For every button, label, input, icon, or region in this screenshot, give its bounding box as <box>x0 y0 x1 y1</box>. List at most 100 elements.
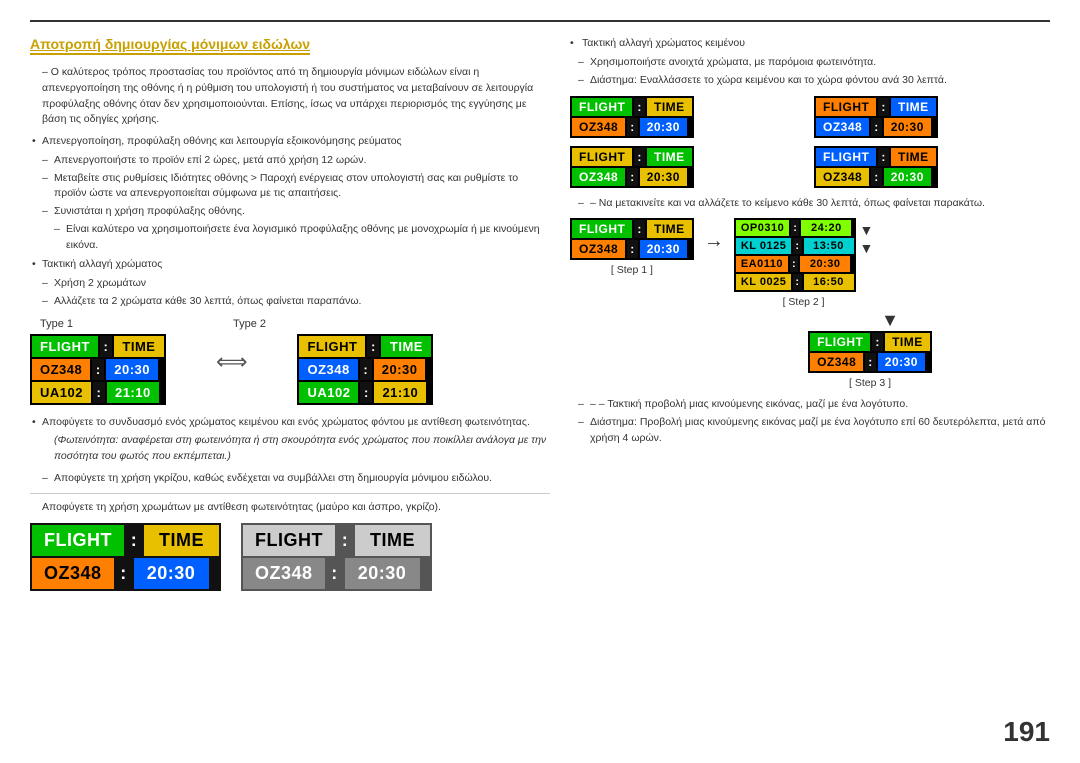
type1-row1: OZ348 : 20:30 <box>32 359 164 380</box>
step2-2030-s2: 20:30 <box>800 256 850 272</box>
grid1-row: OZ348 : 20:30 <box>572 118 692 136</box>
intro-text: – Ο καλύτερος τρόπος προστασίας του προϊ… <box>42 65 550 128</box>
type2-colon2: : <box>360 359 372 380</box>
divider <box>30 493 550 494</box>
grid-board-1: FLIGHT : TIME OZ348 : 20:30 <box>570 96 806 138</box>
step2-kl0025: KL 0025 <box>736 274 792 290</box>
step2-colon2: : <box>793 238 801 254</box>
bottom-left-colon1: : <box>126 525 142 556</box>
step3-2030: 20:30 <box>878 353 925 371</box>
dash-5: Αποφύγετε τη χρήση γκρίζου, καθώς ενδέχε… <box>54 471 550 487</box>
bottom-right-row: OZ348 : 20:30 <box>243 558 430 589</box>
grid2-row: OZ348 : 20:30 <box>816 118 936 136</box>
grid4-header: FLIGHT : TIME <box>816 148 936 166</box>
step2-label: [ Step 2 ] <box>734 296 874 308</box>
right-dash1: Χρησιμοποιήστε ανοιχτά χρώματα, με παρόμ… <box>570 55 1050 71</box>
bottom-right-oz348: OZ348 <box>243 558 325 589</box>
bottom-left-row: OZ348 : 20:30 <box>32 558 219 589</box>
step1-header: FLIGHT : TIME <box>572 220 692 238</box>
section-title: Αποτροπή δημιουργίας μόνιμων ειδώλων <box>30 36 310 55</box>
bullet-1: Απενεργοποίηση, προφύλαξη οθόνης και λει… <box>42 134 550 150</box>
step2-op0310: OP0310 <box>736 220 789 236</box>
left-column: Αποτροπή δημιουργίας μόνιμων ειδώλων – Ο… <box>30 36 550 591</box>
grid1-header: FLIGHT : TIME <box>572 98 692 116</box>
step3-colon1: : <box>872 333 883 351</box>
right-column: Τακτική αλλαγή χρώματος κειμένου Χρησιμο… <box>570 36 1050 591</box>
type1-ua102: UA102 <box>32 382 91 403</box>
grid2-colon1: : <box>878 98 889 116</box>
bottom-boards: FLIGHT : TIME OZ348 : 20:30 FLIGHT : <box>30 523 550 591</box>
bottom-right-header: FLIGHT : TIME <box>243 525 430 556</box>
grid1-time: TIME <box>647 98 692 116</box>
grid-board-4: FLIGHT : TIME OZ348 : 20:30 <box>814 146 1050 188</box>
type1-2110: 21:10 <box>107 382 159 403</box>
bottom-right-time: TIME <box>355 525 430 556</box>
right-bullet1: Τακτική αλλαγή χρώματος κειμένου <box>570 36 1050 52</box>
bottom-left-flight: FLIGHT <box>32 525 124 556</box>
grid4-flight: FLIGHT <box>816 148 876 166</box>
step2-row4: KL 0025 : 16:50 <box>736 274 854 290</box>
step2-kl0125: KL 0125 <box>736 238 792 254</box>
grid3-colon1: : <box>634 148 645 166</box>
grid3-row: OZ348 : 20:30 <box>572 168 692 186</box>
step2-colon4: : <box>793 274 801 290</box>
step1-container: FLIGHT : TIME OZ348 : 20:30 [ Step 1 ] <box>570 218 694 276</box>
content-wrapper: Αποτροπή δημιουργίας μόνιμων ειδώλων – Ο… <box>30 36 1050 591</box>
type2-label: Type 2 <box>233 318 266 330</box>
step1-oz348: OZ348 <box>572 240 625 258</box>
type1-2030: 20:30 <box>106 359 158 380</box>
bottom-left-oz348: OZ348 <box>32 558 114 589</box>
bottom-notes: – – Τακτική προβολή μιας κινούμενης εικό… <box>570 397 1050 446</box>
grid2-time: TIME <box>891 98 936 116</box>
step2-colon3: : <box>790 256 798 272</box>
step1-row: OZ348 : 20:30 <box>572 240 692 258</box>
type1-row2: UA102 : 21:10 <box>32 382 164 403</box>
top-divider <box>30 20 1050 22</box>
bottom-dash1: Διάστημα: Προβολή μιας κινούμενης εικόνα… <box>570 415 1050 447</box>
step-1-2-row: FLIGHT : TIME OZ348 : 20:30 [ Step 1 ] <box>570 218 1050 308</box>
bottom-bullet1: – – Τακτική προβολή μιας κινούμενης εικό… <box>570 397 1050 413</box>
arrow-down-2: ▼ <box>860 240 874 256</box>
type2-2110: 21:10 <box>374 382 426 403</box>
step1-to-step2-arrow: → <box>704 230 724 253</box>
type1-header-row: FLIGHT : TIME <box>32 336 164 357</box>
type1-colon3: : <box>93 382 105 403</box>
grid3-2030: 20:30 <box>640 168 687 186</box>
grid3-flight: FLIGHT <box>572 148 632 166</box>
step3-header: FLIGHT : TIME <box>810 333 930 351</box>
grid4-row: OZ348 : 20:30 <box>816 168 936 186</box>
step1-time: TIME <box>647 220 692 238</box>
type2-row2: UA102 : 21:10 <box>299 382 431 403</box>
dash-4b: Αλλάζετε τα 2 χρώματα κάθε 30 λεπτά, όπω… <box>54 294 550 310</box>
step1-colon2: : <box>627 240 638 258</box>
type2-header-row: FLIGHT : TIME <box>299 336 431 357</box>
bottom-left-2030: 20:30 <box>134 558 209 589</box>
step2-colon1: : <box>791 220 799 236</box>
step3-row: OZ348 : 20:30 <box>810 353 930 371</box>
step3-container: FLIGHT : TIME OZ348 : 20:30 [ Step 3 ] <box>690 331 1050 389</box>
bottom-left-colon2: : <box>116 558 132 589</box>
step3-oz348: OZ348 <box>810 353 863 371</box>
steps-section: FLIGHT : TIME OZ348 : 20:30 [ Step 1 ] <box>570 218 1050 446</box>
bottom-left-time: TIME <box>144 525 219 556</box>
bottom-right-colon2: : <box>327 558 343 589</box>
grid3-header: FLIGHT : TIME <box>572 148 692 166</box>
grid4-colon1: : <box>878 148 889 166</box>
type1-oz348: OZ348 <box>32 359 90 380</box>
grid1-colon1: : <box>634 98 645 116</box>
step3-time: TIME <box>885 333 930 351</box>
right-dash2: Διάστημα: Εναλλάσσετε το χώρα κειμένου κ… <box>570 73 1050 89</box>
grid-board-2-widget: FLIGHT : TIME OZ348 : 20:30 <box>814 96 938 138</box>
step1-2030: 20:30 <box>640 240 687 258</box>
type1-colon2: : <box>92 359 104 380</box>
arrow-between-boards: ⟺ <box>216 349 248 375</box>
bottom-right-board: FLIGHT : TIME OZ348 : 20:30 <box>241 523 432 591</box>
step2-1350: 13:50 <box>804 238 854 254</box>
step2-to-step3-arrow: ▼ <box>730 310 1050 331</box>
step1-flight: FLIGHT <box>572 220 632 238</box>
type2-ua102: UA102 <box>299 382 358 403</box>
type2-time-label: TIME <box>381 336 431 357</box>
step2-board: OP0310 : 24:20 KL 0125 : 13:50 <box>734 218 856 292</box>
grid4-time: TIME <box>891 148 936 166</box>
grid4-2030: 20:30 <box>884 168 931 186</box>
